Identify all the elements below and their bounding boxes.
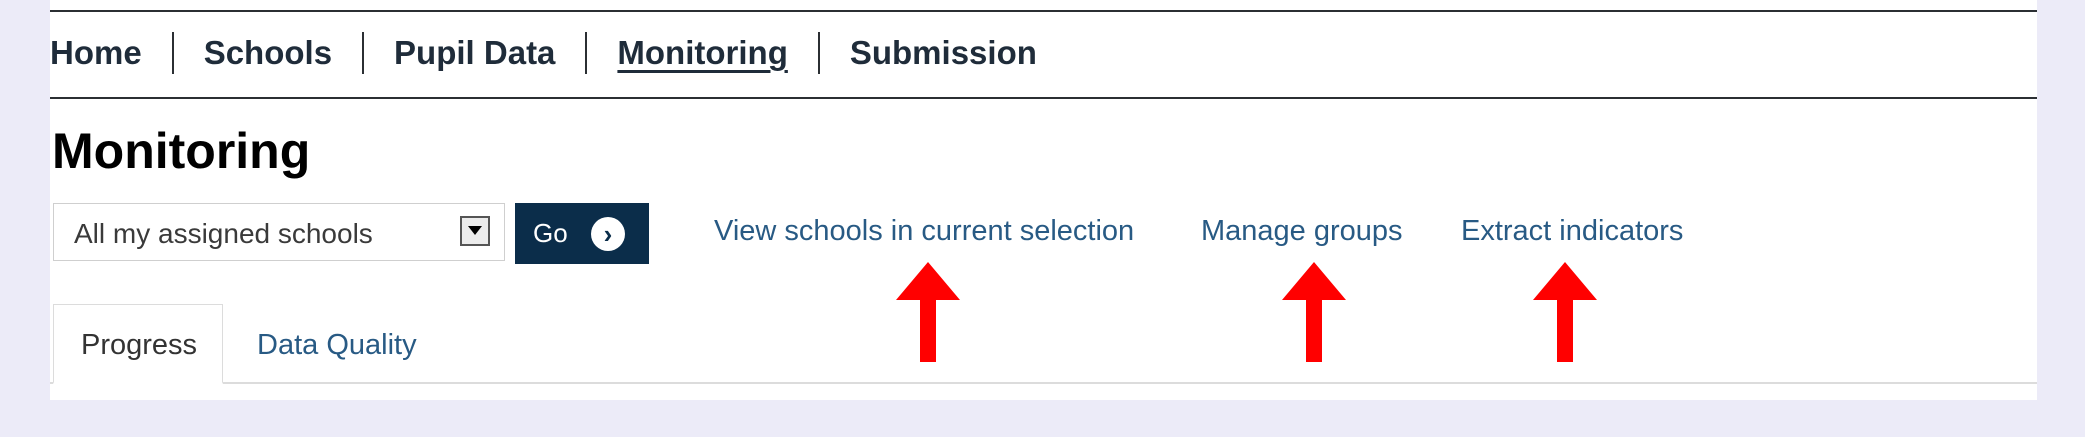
nav-separator: [585, 32, 588, 74]
nav-submission[interactable]: Submission: [850, 34, 1037, 72]
school-scope-value: All my assigned schools: [74, 218, 373, 249]
extract-indicators-link[interactable]: Extract indicators: [1461, 215, 1683, 248]
top-divider: [50, 10, 2037, 12]
nav-pupil-data[interactable]: Pupil Data: [394, 34, 555, 72]
manage-groups-link[interactable]: Manage groups: [1201, 215, 1403, 248]
go-button[interactable]: Go ›: [515, 203, 649, 264]
dropdown-arrow-icon[interactable]: [460, 216, 490, 246]
page-title: Monitoring: [52, 123, 311, 179]
nav-separator: [362, 32, 365, 74]
tabs-baseline: [50, 382, 2037, 384]
school-scope-select[interactable]: All my assigned schools: [53, 203, 505, 261]
main-nav: Home Schools Pupil Data Monitoring Submi…: [50, 30, 1037, 76]
nav-separator: [817, 32, 820, 74]
red-arrow-icon: [1282, 262, 1346, 362]
chevron-right-icon: ›: [591, 217, 625, 251]
view-schools-link[interactable]: View schools in current selection: [714, 215, 1134, 248]
nav-divider: [50, 97, 2037, 99]
nav-monitoring[interactable]: Monitoring: [617, 34, 787, 72]
red-arrow-icon: [896, 262, 960, 362]
go-button-label: Go: [533, 218, 568, 248]
nav-schools[interactable]: Schools: [204, 34, 332, 72]
tab-progress-label[interactable]: Progress: [81, 329, 197, 362]
nav-separator: [171, 32, 174, 74]
red-arrow-icon: [1533, 262, 1597, 362]
nav-home[interactable]: Home: [50, 34, 142, 72]
tab-data-quality[interactable]: Data Quality: [257, 329, 417, 362]
